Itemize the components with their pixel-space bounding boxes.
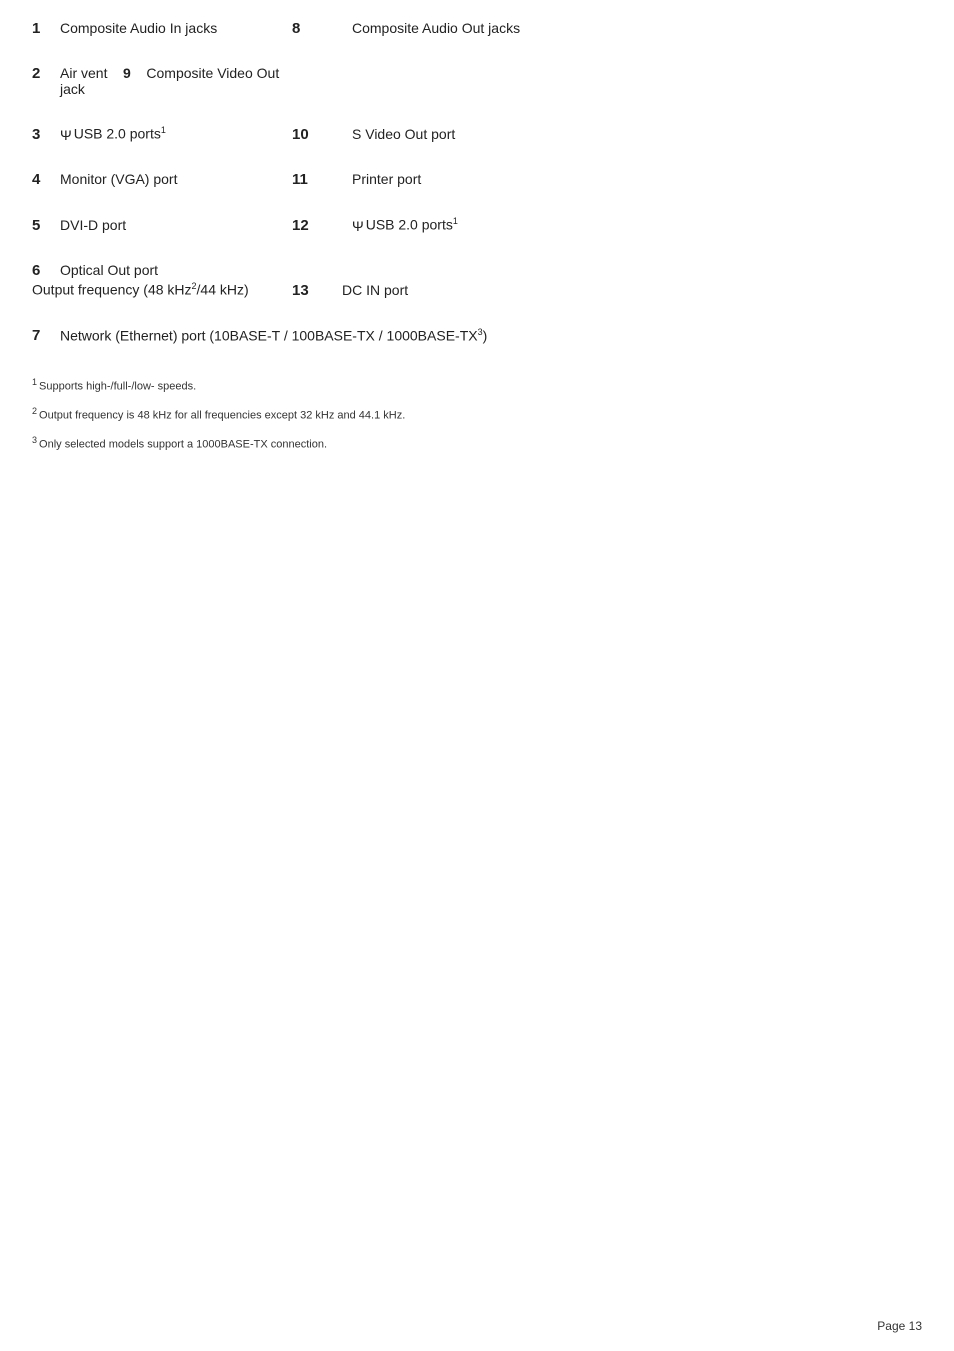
item-desc-1: Composite Audio In jacks — [60, 20, 292, 36]
item-left-1: 1 Composite Audio In jacks — [32, 20, 292, 37]
footnote-text-2: Output frequency is 48 kHz for all frequ… — [39, 410, 405, 422]
item-left-3: 3 ΨUSB 2.0 ports1 — [32, 125, 292, 143]
item-desc-2: Air vent 9 Composite Video Out jack — [60, 65, 292, 97]
item-desc-right-5: ΨUSB 2.0 ports1 — [352, 216, 458, 234]
item-number-6: 6 — [32, 262, 60, 279]
item-number-right-5: 12 — [292, 217, 352, 234]
footnote-2: 2Output frequency is 48 kHz for all freq… — [32, 405, 922, 424]
item-number-right-6: 13 — [292, 282, 342, 299]
item-6-bottom: Output frequency (48 kHz2/44 kHz) 13 DC … — [32, 281, 922, 299]
item-number-7: 7 — [32, 327, 60, 344]
item-row-1: 1 Composite Audio In jacks 8 Composite A… — [32, 20, 922, 37]
item-row-5: 5 DVI-D port 12 ΨUSB 2.0 ports1 — [32, 216, 922, 234]
item-desc-4: Monitor (VGA) port — [60, 171, 292, 187]
footnote-3: 3Only selected models support a 1000BASE… — [32, 434, 922, 453]
usb-icon-3: Ψ — [60, 127, 72, 143]
item-row-7: 7 Network (Ethernet) port (10BASE-T / 10… — [32, 327, 922, 345]
item-left-5: 5 DVI-D port — [32, 217, 292, 234]
item-row-4: 4 Monitor (VGA) port 11 Printer port — [32, 171, 922, 188]
footnote-text-3: Only selected models support a 1000BASE-… — [39, 439, 327, 451]
item-desc-right-1: Composite Audio Out jacks — [352, 20, 520, 36]
footnote-sup-1: 1 — [32, 377, 37, 387]
item-desc-right-3: S Video Out port — [352, 126, 455, 142]
item-row-3: 3 ΨUSB 2.0 ports1 10 S Video Out port — [32, 125, 922, 143]
item-desc-3: ΨUSB 2.0 ports1 — [60, 125, 292, 143]
item-number-2: 2 — [32, 65, 60, 82]
usb-icon-5: Ψ — [352, 218, 364, 234]
item-number-right-4: 11 — [292, 171, 352, 188]
item-number-3: 3 — [32, 126, 60, 143]
footnote-1: 1Supports high-/full-/low- speeds. — [32, 376, 922, 395]
item-6-top: 6 Optical Out port — [32, 262, 922, 279]
item-desc-7: Network (Ethernet) port (10BASE-T / 100B… — [60, 327, 922, 344]
footnote-text-1: Supports high-/full-/low- speeds. — [39, 381, 196, 393]
item-left-2: 2 Air vent 9 Composite Video Out jack — [32, 65, 292, 97]
item-number-right-3: 10 — [292, 126, 352, 143]
item-right-5: 12 ΨUSB 2.0 ports1 — [292, 216, 922, 234]
item-row-2: 2 Air vent 9 Composite Video Out jack — [32, 65, 922, 97]
item-6-line1: Optical Out port — [60, 262, 158, 278]
footnote-sup-2: 2 — [32, 406, 37, 416]
item-6-line2: Output frequency (48 kHz2/44 kHz) — [32, 281, 292, 298]
item-number-right-1: 8 — [292, 20, 352, 37]
item-desc-right-6: DC IN port — [342, 282, 408, 298]
item-desc-5: DVI-D port — [60, 217, 292, 233]
item-right-3: 10 S Video Out port — [292, 126, 922, 143]
footnote-ref-1-5: 1 — [453, 216, 458, 226]
item-number-1: 1 — [32, 20, 60, 37]
page-number: Page 13 — [877, 1319, 922, 1333]
item-number-4: 4 — [32, 171, 60, 188]
footnote-sup-3: 3 — [32, 435, 37, 445]
footnote-ref-1-3: 1 — [161, 125, 166, 135]
page-content: 1 Composite Audio In jacks 8 Composite A… — [0, 0, 954, 523]
footnotes: 1Supports high-/full-/low- speeds. 2Outp… — [32, 376, 922, 453]
item-desc-right-4: Printer port — [352, 171, 421, 187]
item-left-4: 4 Monitor (VGA) port — [32, 171, 292, 188]
item-right-4: 11 Printer port — [292, 171, 922, 188]
item-number-5: 5 — [32, 217, 60, 234]
item-row-6: 6 Optical Out port Output frequency (48 … — [32, 262, 922, 299]
item-right-1: 8 Composite Audio Out jacks — [292, 20, 922, 37]
